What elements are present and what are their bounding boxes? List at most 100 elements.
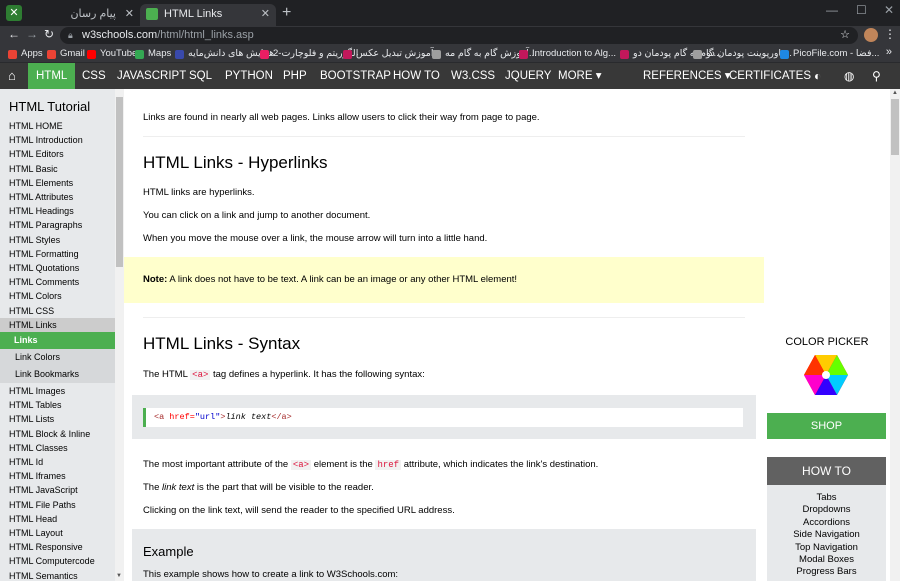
sidebar-item[interactable]: HTML Styles (0, 233, 115, 247)
sidebar-item[interactable]: HTML Classes (0, 441, 115, 455)
globe-icon[interactable]: ◍ (836, 63, 862, 89)
howto-link[interactable]: Dropdowns (767, 504, 886, 515)
nav-more[interactable]: MORE ▾ (550, 63, 609, 89)
maximize-icon[interactable]: ☐ (856, 3, 867, 17)
bookmarks-overflow-icon[interactable]: » (886, 46, 892, 58)
nav-php[interactable]: PHP (275, 63, 315, 89)
profile-avatar[interactable] (864, 28, 878, 42)
sidebar-item[interactable]: HTML Attributes (0, 190, 115, 204)
nav-sql[interactable]: SQL (181, 63, 220, 89)
sidebar-item[interactable]: HTML JavaScript (0, 483, 115, 497)
scroll-down-icon[interactable]: ▼ (116, 573, 122, 579)
bookmark-intro-alg[interactable]: Introduction to Alg... (519, 47, 616, 61)
minimize-icon[interactable]: — (826, 3, 838, 17)
nav-w3css[interactable]: W3.CSS (443, 63, 503, 89)
tab-html-links[interactable]: HTML Links Hyperlinks ✕ (140, 4, 276, 40)
sidebar-subitem[interactable]: Link Bookmarks (0, 366, 115, 383)
sidebar-item[interactable]: HTML Semantics (0, 569, 115, 581)
bookmark-photo[interactable]: آموزش تبدیل عکس... (343, 47, 441, 61)
sidebar-item[interactable]: HTML Basic (0, 162, 115, 176)
text: The (143, 482, 163, 493)
scroll-up-icon[interactable]: ▲ (892, 90, 898, 96)
howto-link[interactable]: Accordions (767, 517, 886, 528)
sidebar-item[interactable]: HTML Headings (0, 204, 115, 218)
sidebar-subitem[interactable]: Links (0, 332, 115, 349)
sidebar-item[interactable]: HTML Iframes (0, 469, 115, 483)
sidebar-item[interactable]: HTML Paragraphs (0, 218, 115, 232)
sidebar-item[interactable]: HTML Tables (0, 398, 115, 412)
howto-heading: HOW TO (767, 457, 886, 485)
sidebar-item[interactable]: HTML Quotations (0, 261, 115, 275)
divider (143, 136, 745, 137)
bookmark-powerpoint[interactable]: پاورپوینت پودمان دو... (693, 47, 792, 61)
url-host: w3schools.com (82, 29, 158, 41)
color-picker-hexagon-icon[interactable] (804, 355, 848, 395)
sidebar-item[interactable]: HTML Id (0, 455, 115, 469)
w3schools-favicon-icon (146, 8, 158, 20)
nav-certificates[interactable]: CERTIFICATES (721, 63, 819, 89)
sidebar-item[interactable]: HTML Introduction (0, 133, 115, 147)
bookmark-picofile[interactable]: PicoFile.com - فضا... (780, 47, 879, 61)
sidebar-item[interactable]: HTML Colors (0, 289, 115, 303)
link-text-paragraph: The link text is the part that will be v… (143, 482, 374, 493)
page-scroll-thumb[interactable] (891, 99, 899, 155)
tab-close-icon[interactable]: ✕ (261, 4, 270, 24)
sidebar-item[interactable]: HTML Comments (0, 275, 115, 289)
howto-link[interactable]: Top Navigation (767, 542, 886, 553)
tab-shad[interactable]: پیام رسان شاد ✕ (28, 4, 140, 40)
sidebar-subitem[interactable]: Link Colors (0, 349, 115, 366)
sidebar-item[interactable]: HTML Block & Inline (0, 427, 115, 441)
app-menu-icon[interactable]: ✕ (6, 5, 22, 21)
nav-html[interactable]: HTML (28, 63, 76, 89)
color-picker-label[interactable]: COLOR PICKER (764, 336, 890, 348)
sidebar-item[interactable]: HTML Images (0, 384, 115, 398)
example-text: This example shows how to create a link … (143, 569, 399, 580)
home-icon[interactable]: ⌂ (0, 63, 24, 89)
download-icon (432, 50, 441, 59)
browser-menu-icon[interactable]: ⋮ (884, 27, 896, 41)
nav-python[interactable]: PYTHON (217, 63, 281, 89)
search-icon[interactable]: ⚲ (864, 63, 889, 89)
sidebar-item[interactable]: HTML Elements (0, 176, 115, 190)
forward-icon[interactable]: → (26, 27, 38, 41)
sidebar-item[interactable]: HTML Links (0, 317, 115, 332)
sidebar-item[interactable]: HTML Formatting (0, 247, 115, 261)
bookmark-youtube[interactable]: YouTube (87, 47, 137, 61)
sidebar-item[interactable]: HTML Responsive (0, 540, 115, 554)
shop-button[interactable]: SHOP (767, 413, 886, 439)
sidebar-item[interactable]: HTML Head (0, 512, 115, 526)
bookmark-star-icon[interactable]: ☆ (840, 27, 850, 44)
address-bar[interactable]: 🔒︎ w3schools.com/html/html_links.asp ☆ (60, 27, 858, 44)
reload-icon[interactable]: ↻ (44, 27, 54, 41)
nav-howto[interactable]: HOW TO (385, 63, 448, 89)
howto-link[interactable]: Progress Bars (767, 566, 886, 577)
sidebar-item[interactable]: HTML File Paths (0, 498, 115, 512)
sidebar-item[interactable]: HTML Editors (0, 147, 115, 161)
back-icon[interactable]: ← (8, 27, 20, 41)
howto-link[interactable]: Tabs (767, 492, 886, 503)
close-window-icon[interactable]: ✕ (884, 3, 894, 17)
contrast-icon[interactable]: ◐ (806, 63, 829, 89)
nav-css[interactable]: CSS (74, 63, 114, 89)
page-scrollbar[interactable]: ▲ (890, 89, 900, 581)
text: attribute, which indicates the link's de… (401, 459, 599, 470)
tab-close-icon[interactable]: ✕ (125, 4, 134, 24)
sidebar-item[interactable]: HTML CSS (0, 304, 115, 318)
note-text: Note: A link does not have to be text. A… (143, 274, 517, 285)
sidebar-scrollbar[interactable]: ▼ (115, 89, 124, 581)
howto-link[interactable]: Side Navigation (767, 529, 886, 540)
bookmark-apps[interactable]: Apps (8, 47, 43, 61)
right-column: COLOR PICKER SHOP HOW TO Tabs Dropdowns Ac… (764, 89, 890, 581)
apps-grid-icon (8, 50, 17, 59)
paragraph: HTML links are hyperlinks. (143, 187, 255, 198)
sidebar-item[interactable]: HTML Layout (0, 526, 115, 540)
site-favicon-icon (780, 50, 789, 59)
sidebar-item[interactable]: HTML Lists (0, 412, 115, 426)
sidebar-scroll-thumb[interactable] (116, 97, 123, 267)
new-tab-button[interactable]: + (282, 4, 291, 22)
bookmark-maps[interactable]: Maps (135, 47, 171, 61)
bookmark-gmail[interactable]: Gmail (47, 47, 85, 61)
sidebar-item[interactable]: HTML HOME (0, 119, 115, 133)
sidebar-item[interactable]: HTML Computercode (0, 554, 115, 568)
howto-link[interactable]: Modal Boxes (767, 554, 886, 565)
